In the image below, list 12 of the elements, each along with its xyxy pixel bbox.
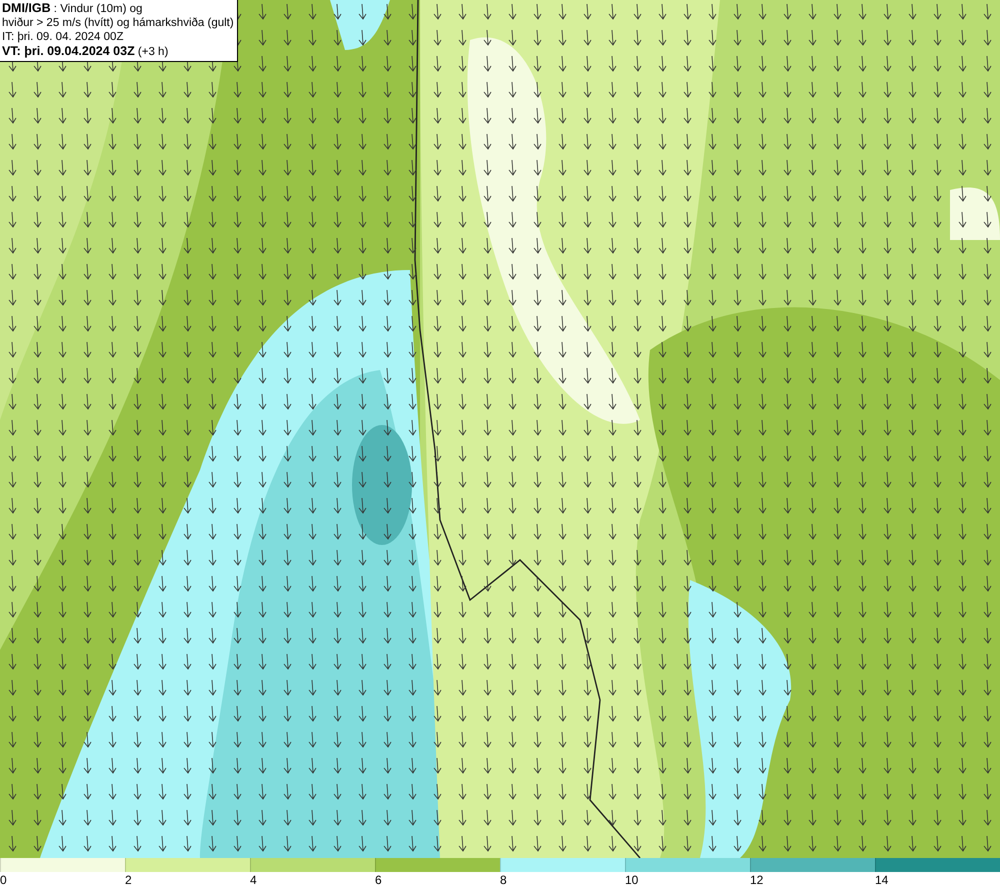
legend-label: 0 xyxy=(0,872,7,887)
legend-label: 2 xyxy=(125,872,132,887)
legend-label: 6 xyxy=(375,872,382,887)
legend-label: 8 xyxy=(500,872,507,887)
title-line: hviður > 25 m/s (hvítt) og hámarkshviða (gult) xyxy=(2,16,234,30)
title-line: VT: þri. 09.04.2024 03Z (+3 h) xyxy=(2,44,170,59)
legend-label: 14 xyxy=(875,872,888,887)
legend-label: 10 xyxy=(625,872,638,887)
legend-label: 4 xyxy=(250,872,257,887)
legend-label: 12 xyxy=(750,872,764,887)
title-line: IT: þri. 09. 04. 2024 00Z xyxy=(2,30,124,44)
title-line: DMI/IGB : Vindur (10m) og xyxy=(2,1,144,16)
